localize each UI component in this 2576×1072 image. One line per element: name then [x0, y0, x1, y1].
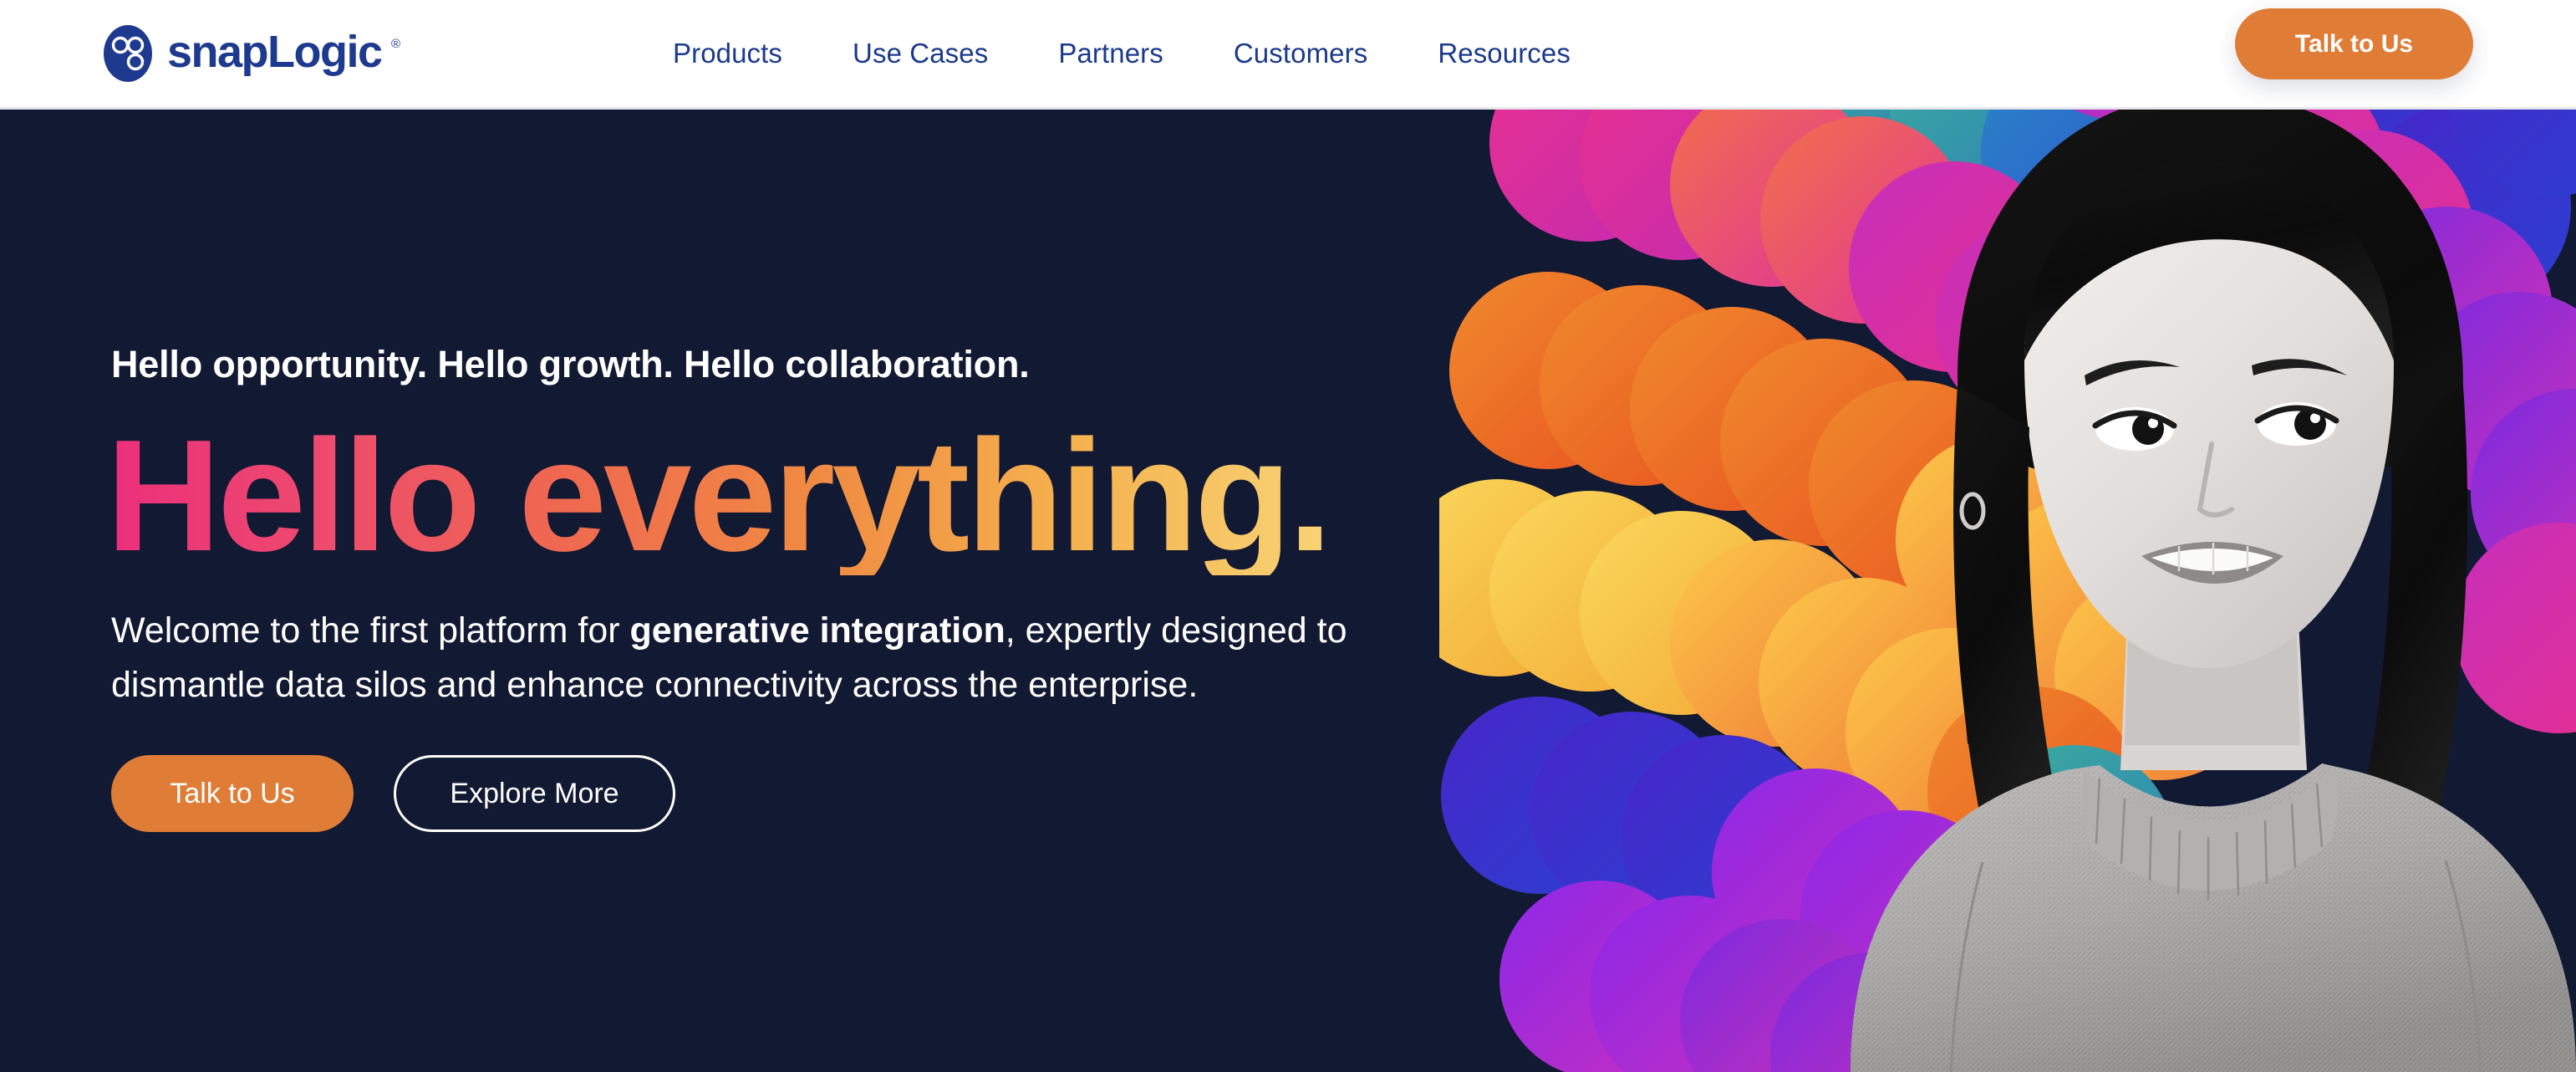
nav-item-customers[interactable]: Customers — [1234, 38, 1367, 69]
nav-item-partners[interactable]: Partners — [1058, 38, 1163, 69]
main-navigation: Products Use Cases Partners Customers Re… — [673, 38, 1571, 69]
hero-description-lead: Welcome to the first platform for — [111, 610, 630, 651]
hero-section: Hello opportunity. Hello growth. Hello c… — [0, 110, 2576, 1072]
nav-item-use-cases[interactable]: Use Cases — [853, 38, 988, 69]
svg-text:®: ® — [391, 37, 400, 51]
hero-copy: Hello opportunity. Hello growth. Hello c… — [106, 110, 1657, 1072]
snaplogic-logo-icon — [102, 24, 154, 83]
hero-description: Welcome to the first platform for genera… — [111, 604, 1482, 712]
brand-wordmark: snapLogic ® — [167, 27, 418, 78]
nav-item-products[interactable]: Products — [673, 38, 782, 69]
hero-headline: Hello everything. — [106, 416, 1657, 575]
header-talk-to-us-button[interactable]: Talk to Us — [2235, 8, 2473, 79]
hero-description-emphasis: generative integration — [629, 610, 1005, 651]
hero-explore-more-button[interactable]: Explore More — [394, 755, 675, 832]
hero-cta-group: Talk to Us Explore More — [111, 755, 1657, 832]
hero-eyebrow: Hello opportunity. Hello growth. Hello c… — [111, 343, 1030, 385]
brand-logo-link[interactable]: snapLogic ® — [102, 24, 418, 83]
site-header: snapLogic ® Products Use Cases Partners … — [0, 0, 2576, 110]
hero-portrait-image — [1707, 110, 2576, 1072]
nav-item-resources[interactable]: Resources — [1438, 38, 1571, 69]
hero-talk-to-us-button[interactable]: Talk to Us — [111, 755, 354, 832]
svg-text:snapLogic: snapLogic — [167, 29, 382, 77]
